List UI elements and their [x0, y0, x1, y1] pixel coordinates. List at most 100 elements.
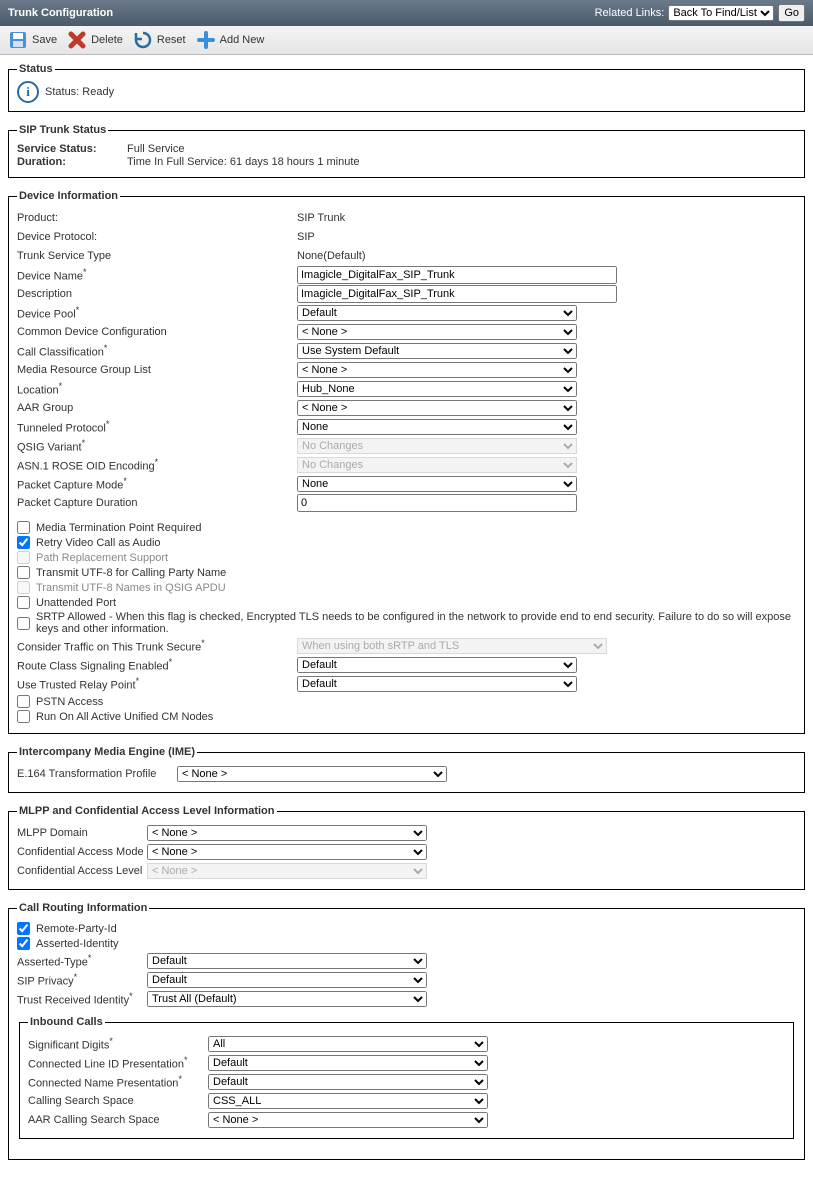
description-label: Description: [17, 288, 297, 300]
mrgl-label: Media Resource Group List: [17, 364, 297, 376]
run-all-nodes-checkbox[interactable]: [17, 710, 30, 723]
trust-received-identity-label: Trust Received Identity*: [17, 991, 147, 1007]
location-select[interactable]: Hub_None: [297, 381, 577, 397]
confidential-access-level-select: < None >: [147, 863, 427, 879]
page-header: Trunk Configuration Related Links: Back …: [0, 0, 813, 26]
use-trusted-relay-label: Use Trusted Relay Point*: [17, 676, 297, 692]
utf8-qsig-label: Transmit UTF-8 Names in QSIG APDU: [36, 582, 226, 594]
aar-calling-search-space-label: AAR Calling Search Space: [28, 1114, 208, 1126]
unattended-port-checkbox[interactable]: [17, 596, 30, 609]
device-information-fieldset: Device Information Product:SIP Trunk Dev…: [8, 190, 805, 734]
save-icon: [8, 30, 28, 50]
delete-button[interactable]: Delete: [67, 30, 123, 50]
aar-calling-search-space-select[interactable]: < None >: [208, 1112, 488, 1128]
connected-line-id-label: Connected Line ID Presentation*: [28, 1055, 208, 1071]
device-protocol-label: Device Protocol:: [17, 231, 297, 243]
ime-legend: Intercompany Media Engine (IME): [17, 746, 197, 758]
packet-capture-duration-input[interactable]: [297, 494, 577, 512]
packet-capture-duration-label: Packet Capture Duration: [17, 497, 297, 509]
asserted-identity-checkbox[interactable]: [17, 937, 30, 950]
e164-profile-select[interactable]: < None >: [177, 766, 447, 782]
call-classification-label: Call Classification*: [17, 343, 297, 359]
qsig-variant-select: No Changes: [297, 438, 577, 454]
call-routing-fieldset: Call Routing Information Remote-Party-Id…: [8, 902, 805, 1160]
product-value: SIP Trunk: [297, 212, 345, 224]
aar-group-select[interactable]: < None >: [297, 400, 577, 416]
delete-icon: [67, 30, 87, 50]
remote-party-id-label: Remote-Party-Id: [36, 923, 117, 935]
related-links-label: Related Links:: [595, 7, 665, 19]
device-information-legend: Device Information: [17, 190, 120, 202]
asserted-identity-label: Asserted-Identity: [36, 938, 119, 950]
device-name-label: Device Name*: [17, 267, 297, 283]
call-routing-legend: Call Routing Information: [17, 902, 149, 914]
common-device-config-label: Common Device Configuration: [17, 326, 297, 338]
reset-button[interactable]: Reset: [133, 30, 186, 50]
route-class-signaling-label: Route Class Signaling Enabled*: [17, 657, 297, 673]
mlpp-domain-select[interactable]: < None >: [147, 825, 427, 841]
call-classification-select[interactable]: Use System Default: [297, 343, 577, 359]
srtp-allowed-label: SRTP Allowed - When this flag is checked…: [36, 611, 796, 635]
go-button[interactable]: Go: [778, 4, 805, 22]
sip-privacy-label: SIP Privacy*: [17, 972, 147, 988]
srtp-allowed-checkbox[interactable]: [17, 617, 30, 630]
inbound-calls-fieldset: Inbound Calls Significant Digits*All Con…: [19, 1016, 794, 1139]
pstn-access-label: PSTN Access: [36, 696, 103, 708]
mlpp-domain-label: MLPP Domain: [17, 827, 147, 839]
retry-video-checkbox[interactable]: [17, 536, 30, 549]
utf8-cpn-checkbox[interactable]: [17, 566, 30, 579]
remote-party-id-checkbox[interactable]: [17, 922, 30, 935]
asn1-rose-select: No Changes: [297, 457, 577, 473]
mrgl-select[interactable]: < None >: [297, 362, 577, 378]
confidential-access-level-label: Confidential Access Level: [17, 865, 147, 877]
trust-received-identity-select[interactable]: Trust All (Default): [147, 991, 427, 1007]
connected-line-id-select[interactable]: Default: [208, 1055, 488, 1071]
mtp-required-checkbox[interactable]: [17, 521, 30, 534]
path-replacement-label: Path Replacement Support: [36, 552, 168, 564]
packet-capture-mode-select[interactable]: None: [297, 476, 577, 492]
sip-trunk-status-fieldset: SIP Trunk Status Service Status: Full Se…: [8, 124, 805, 178]
reset-icon: [133, 30, 153, 50]
significant-digits-select[interactable]: All: [208, 1036, 488, 1052]
utf8-qsig-checkbox: [17, 581, 30, 594]
related-links-select[interactable]: Back To Find/List: [668, 5, 774, 21]
sip-trunk-status-legend: SIP Trunk Status: [17, 124, 108, 136]
device-name-input[interactable]: [297, 266, 617, 284]
significant-digits-label: Significant Digits*: [28, 1036, 208, 1052]
tunneled-protocol-label: Tunneled Protocol*: [17, 419, 297, 435]
common-device-config-select[interactable]: < None >: [297, 324, 577, 340]
mlpp-legend: MLPP and Confidential Access Level Infor…: [17, 805, 277, 817]
sip-privacy-select[interactable]: Default: [147, 972, 427, 988]
confidential-access-mode-label: Confidential Access Mode: [17, 846, 147, 858]
add-new-button[interactable]: Add New: [196, 30, 265, 50]
toolbar: Save Delete Reset Add New: [0, 26, 813, 55]
qsig-variant-label: QSIG Variant*: [17, 438, 297, 454]
duration-value: Time In Full Service: 61 days 18 hours 1…: [127, 156, 360, 168]
ime-fieldset: Intercompany Media Engine (IME) E.164 Tr…: [8, 746, 805, 793]
calling-search-space-label: Calling Search Space: [28, 1095, 208, 1107]
device-pool-label: Device Pool*: [17, 305, 297, 321]
location-label: Location*: [17, 381, 297, 397]
description-input[interactable]: [297, 285, 617, 303]
inbound-calls-legend: Inbound Calls: [28, 1016, 105, 1028]
tunneled-protocol-select[interactable]: None: [297, 419, 577, 435]
confidential-access-mode-select[interactable]: < None >: [147, 844, 427, 860]
status-text: Status: Ready: [45, 86, 114, 98]
asn1-rose-label: ASN.1 ROSE OID Encoding*: [17, 457, 297, 473]
aar-group-label: AAR Group: [17, 402, 297, 414]
status-fieldset: Status i Status: Ready: [8, 63, 805, 112]
route-class-signaling-select[interactable]: Default: [297, 657, 577, 673]
service-status-value: Full Service: [127, 143, 184, 155]
pstn-access-checkbox[interactable]: [17, 695, 30, 708]
calling-search-space-select[interactable]: CSS_ALL: [208, 1093, 488, 1109]
trunk-service-type-value: None(Default): [297, 250, 365, 262]
mlpp-fieldset: MLPP and Confidential Access Level Infor…: [8, 805, 805, 890]
unattended-port-label: Unattended Port: [36, 597, 116, 609]
utf8-cpn-label: Transmit UTF-8 for Calling Party Name: [36, 567, 226, 579]
asserted-type-select[interactable]: Default: [147, 953, 427, 969]
use-trusted-relay-select[interactable]: Default: [297, 676, 577, 692]
add-icon: [196, 30, 216, 50]
save-button[interactable]: Save: [8, 30, 57, 50]
duration-label: Duration:: [17, 156, 127, 168]
device-pool-select[interactable]: Default: [297, 305, 577, 321]
